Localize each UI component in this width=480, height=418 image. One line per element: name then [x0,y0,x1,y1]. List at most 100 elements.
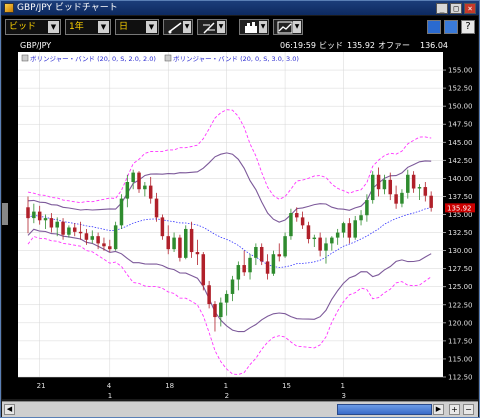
candle-body [201,254,206,286]
candle-body [207,285,211,305]
candle-body [154,198,159,218]
y-tick-label: 122.50 [448,301,473,309]
candle-body [213,304,217,318]
y-tick-label: 117.50 [448,337,473,345]
x-tick-label: 1 [341,382,345,390]
candle-body [172,237,176,250]
zoom-in-icon[interactable]: + [449,404,460,415]
y-tick-label: 140.00 [448,175,473,183]
x-tick-label: 15 [282,382,291,390]
horizontal-scrollbar[interactable]: ◀ ▶ + − [2,401,478,417]
scrollbar-thumb[interactable] [337,404,432,415]
x-subtick-label: 3 [342,392,346,399]
y-tick-label: 137.50 [448,193,473,201]
close-icon[interactable]: × [464,2,476,14]
candle-body [400,192,404,204]
candle-body [423,187,428,196]
help-icon[interactable]: ? [461,20,475,34]
candle-body [67,227,71,235]
candle-body [265,261,270,274]
candle-body [324,243,328,251]
candle-body [306,225,311,240]
candle-body [119,198,124,226]
candle-body [318,237,322,251]
minimize-icon[interactable]: _ [436,2,448,14]
candle-body [248,257,252,273]
candle-body [166,236,170,250]
range-select[interactable]: 1年 ▼ [65,19,111,35]
candle-body [376,174,381,190]
candle-body [195,252,200,255]
price-type-select[interactable]: ビッド ▼ [5,19,61,35]
chart-type-button[interactable]: ▼ [273,19,303,35]
interval-value: 日 [119,22,129,32]
scroll-left-icon[interactable]: ◀ [4,404,15,415]
candle-body [411,174,416,189]
offer-label: オファー [378,41,410,50]
candle-body [148,185,153,199]
offer-value: 136.04 [420,41,448,50]
current-price-tag: 135.92 [445,203,475,213]
panel-splitter-handle[interactable] [2,203,8,225]
legend-toggle-icon[interactable] [21,54,29,62]
range-value: 1年 [69,22,84,32]
x-axis: 21 4 18 1 15 1 1 2 3 [37,382,346,400]
x-tick-label: 1 [224,382,228,390]
x-tick-label: 4 [107,382,112,390]
fibonacci-tool-button[interactable]: ▼ [197,19,227,35]
candle-body [49,218,54,228]
candle-body [295,213,299,218]
candle-body [277,254,281,257]
y-tick-label: 127.50 [448,265,473,273]
candle-body [160,217,165,237]
zoom-out-icon[interactable]: − [463,404,474,415]
candle-body [131,172,135,182]
window-tile-icon[interactable] [427,20,441,34]
candle-body [370,174,375,201]
line-draw-icon [168,22,182,34]
candle-body [230,279,235,294]
candle-body [102,243,106,247]
candle-body [341,223,346,233]
candle-body [224,293,229,303]
line-draw-tool-button[interactable]: ▼ [163,19,193,35]
chart-area[interactable]: 155.00 152.50 150.00 147.50 145.00 142.50 140.… [2,38,478,400]
y-tick-label: 132.50 [448,229,473,237]
header-time: 06:19:59 [280,41,316,50]
candle-body [26,207,30,219]
bid-value: 135.92 [347,41,375,50]
candle-body [189,228,194,253]
scroll-right-icon[interactable]: ▶ [433,404,444,415]
y-tick-label: 147.50 [448,121,473,129]
chevron-down-icon: ▼ [293,21,301,33]
indicator-tool-button[interactable]: ▼ [239,19,269,35]
y-tick-label: 150.00 [448,103,473,111]
candle-body [96,236,100,244]
candle-body [300,217,305,226]
candle-body [382,179,387,190]
chart-type-icon [277,21,293,34]
x-subtick-label: 2 [225,392,229,399]
candle-body [406,174,410,193]
candle-body [125,182,130,199]
y-tick-label: 125.00 [448,283,473,291]
indicator-icon [245,22,257,33]
x-tick-label: 18 [165,382,174,390]
candle-body [90,236,95,240]
candle-body [184,228,188,258]
maximize-icon[interactable]: □ [450,2,462,14]
candle-body [271,254,276,274]
layout-icon[interactable] [444,20,458,34]
legend-toggle-icon[interactable] [164,54,172,62]
candle-body [178,237,182,258]
y-tick-label: 142.50 [448,157,473,165]
bid-label: ビッド [319,41,343,50]
candle-body [289,213,293,237]
candle-body [72,227,77,232]
price-chart[interactable]: 155.00 152.50 150.00 147.50 145.00 142.50 140.… [2,38,478,400]
candle-body [78,231,83,234]
title-bar[interactable]: GBP/JPY ビッドチャート _ □ × [1,1,479,15]
candle-body [137,172,141,190]
interval-select[interactable]: 日 ▼ [115,19,159,35]
candle-body [394,194,398,204]
